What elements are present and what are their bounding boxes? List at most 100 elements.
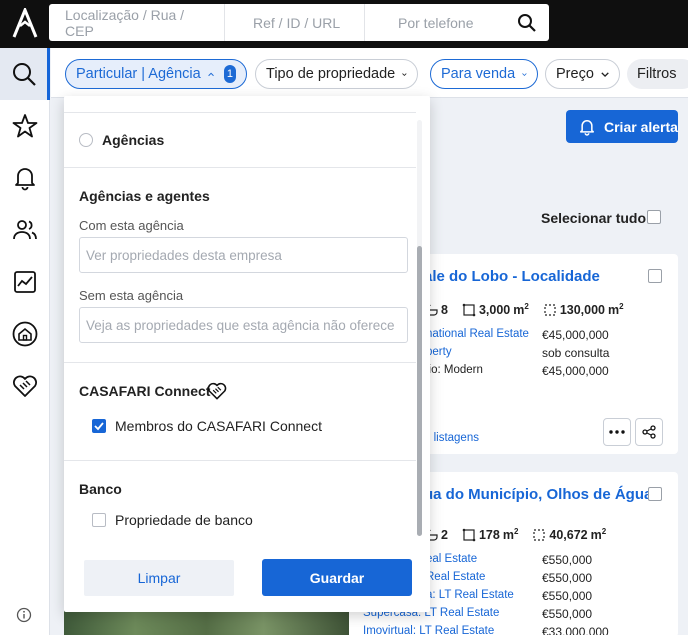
listing-source[interactable]: national Real Estate [426, 328, 529, 340]
sidebar-item-search[interactable] [0, 48, 50, 100]
property-title[interactable]: ale do Lobo - Localidade [424, 268, 600, 285]
reference-search-input[interactable]: Ref / ID / URL [225, 4, 365, 41]
share-button[interactable] [635, 418, 663, 446]
sidebar-item-alerts[interactable] [0, 152, 50, 204]
seller-type-dropdown: Agências Agências e agentes Com esta agê… [64, 96, 430, 612]
divider [64, 112, 416, 113]
listing-price: €45,000,000 [542, 364, 609, 378]
listing-price: €45,000,000 [542, 328, 609, 342]
dropdown-scrollbar[interactable] [417, 120, 422, 536]
divider [64, 362, 416, 363]
listing-source[interactable]: eal Estate [426, 553, 477, 565]
filter-bar: Particular | Agência 1 Tipo de proprieda… [51, 48, 688, 98]
agencies-radio[interactable] [79, 133, 93, 147]
without-agency-input[interactable]: Veja as propriedades que esta agência nã… [79, 307, 408, 343]
chevron-down-icon [402, 72, 407, 76]
connect-members-checkbox[interactable] [92, 419, 106, 433]
listings-count-link[interactable]: 3 listagens [424, 432, 479, 444]
area-stat: 178 m2 [462, 527, 518, 542]
phone-search-input[interactable]: Por telefone [365, 4, 505, 41]
share-icon [642, 425, 656, 439]
listing-price: €33,000,000 [542, 625, 609, 635]
without-agency-label: Sem esta agência [79, 288, 184, 303]
agencies-section-title: Agências e agentes [79, 188, 210, 204]
area-value: 178 [478, 527, 500, 542]
with-agency-label: Com esta agência [79, 218, 184, 233]
more-dots-icon [609, 430, 625, 434]
plot-value: 130,000 [559, 302, 605, 317]
create-alert-button[interactable]: Criar alerta [566, 110, 678, 143]
more-filters-label: Filtros [637, 66, 677, 82]
scrollbar-thumb[interactable] [417, 246, 422, 536]
plot-value: 40,672 [549, 527, 588, 542]
bathrooms-value: 2 [441, 527, 448, 542]
chevron-up-icon [207, 72, 214, 76]
chevron-down-icon [601, 71, 609, 77]
listing-source[interactable]: a: LT Real Estate [426, 589, 514, 601]
area-icon [462, 303, 476, 316]
info-icon[interactable] [16, 607, 32, 623]
plot-icon [544, 303, 556, 316]
more-options-button[interactable] [603, 418, 631, 446]
more-filters-button[interactable]: Filtros [627, 59, 688, 89]
area-unit: m2 [502, 527, 519, 543]
listing-price: €550,000 [542, 553, 593, 567]
listing-source[interactable]: lio: Modern [426, 364, 483, 376]
casafari-logo-icon[interactable] [11, 8, 39, 38]
sidebar [0, 48, 50, 635]
divider [64, 460, 416, 461]
transaction-type-filter[interactable]: Para venda [430, 59, 538, 89]
price-label: Preço [556, 66, 594, 82]
with-agency-input[interactable]: Ver propriedades desta empresa [79, 237, 408, 273]
save-button[interactable]: Guardar [262, 559, 412, 596]
connect-members-label[interactable]: Membros do CASAFARI Connect [115, 418, 322, 434]
active-filter-count-badge: 1 [223, 65, 236, 83]
property-type-label: Tipo de propriedade [266, 66, 396, 82]
bank-property-checkbox[interactable] [92, 513, 106, 527]
price-filter[interactable]: Preço [545, 59, 620, 89]
bank-property-label[interactable]: Propriedade de banco [115, 512, 253, 528]
chart-icon [14, 271, 36, 293]
listing-source[interactable]: Imovirtual: LT Real Estate [363, 625, 494, 635]
listing-price: sob consulta [542, 346, 610, 360]
search-bar: Localização / Rua / CEP Ref / ID / URL P… [49, 4, 549, 41]
divider [64, 167, 416, 168]
handshake-icon [13, 375, 37, 397]
select-all-label: Selecionar tudo [541, 210, 647, 226]
transaction-type-label: Para venda [441, 66, 516, 82]
seller-type-filter[interactable]: Particular | Agência 1 [65, 59, 247, 89]
plot-icon [533, 528, 545, 541]
property-select-checkbox[interactable] [648, 487, 662, 501]
sidebar-item-analytics[interactable] [0, 256, 50, 308]
sidebar-item-connect[interactable] [0, 360, 50, 412]
listing-price: €550,000 [542, 589, 593, 603]
plot-unit: m2 [590, 527, 607, 543]
location-search-input[interactable]: Localização / Rua / CEP [49, 4, 225, 41]
search-icon[interactable] [517, 13, 537, 33]
create-alert-label: Criar alerta [604, 118, 678, 135]
listing-source[interactable]: Real Estate [426, 571, 485, 583]
property-stats: 2 178 m2 40,672 m2 [424, 527, 606, 542]
plot-stat: 40,672 m2 [532, 527, 606, 542]
clear-button[interactable]: Limpar [84, 560, 234, 596]
top-bar: Localização / Rua / CEP Ref / ID / URL P… [0, 0, 688, 48]
seller-type-label: Particular | Agência [76, 66, 201, 82]
sidebar-item-favorites[interactable] [0, 100, 50, 152]
area-icon [462, 528, 476, 541]
sidebar-item-properties[interactable] [0, 308, 50, 360]
property-select-checkbox[interactable] [648, 269, 662, 283]
select-all-checkbox[interactable] [647, 210, 661, 224]
sidebar-item-contacts[interactable] [0, 204, 50, 256]
property-title[interactable]: ua do Município, Olhos de Água - [424, 486, 662, 503]
bell-icon [580, 119, 594, 136]
connect-section-title: CASAFARI Connect [79, 383, 211, 399]
area-stat: 3,000 m2 [462, 302, 529, 317]
plot-stat: 130,000 m2 [543, 302, 624, 317]
area-unit: m2 [513, 302, 529, 318]
check-icon [94, 422, 104, 431]
bathrooms-value: 8 [441, 302, 448, 317]
property-type-filter[interactable]: Tipo de propriedade [255, 59, 418, 89]
listing-price: €550,000 [542, 607, 593, 621]
home-search-icon [12, 321, 38, 347]
agencies-option-label[interactable]: Agências [102, 132, 164, 148]
